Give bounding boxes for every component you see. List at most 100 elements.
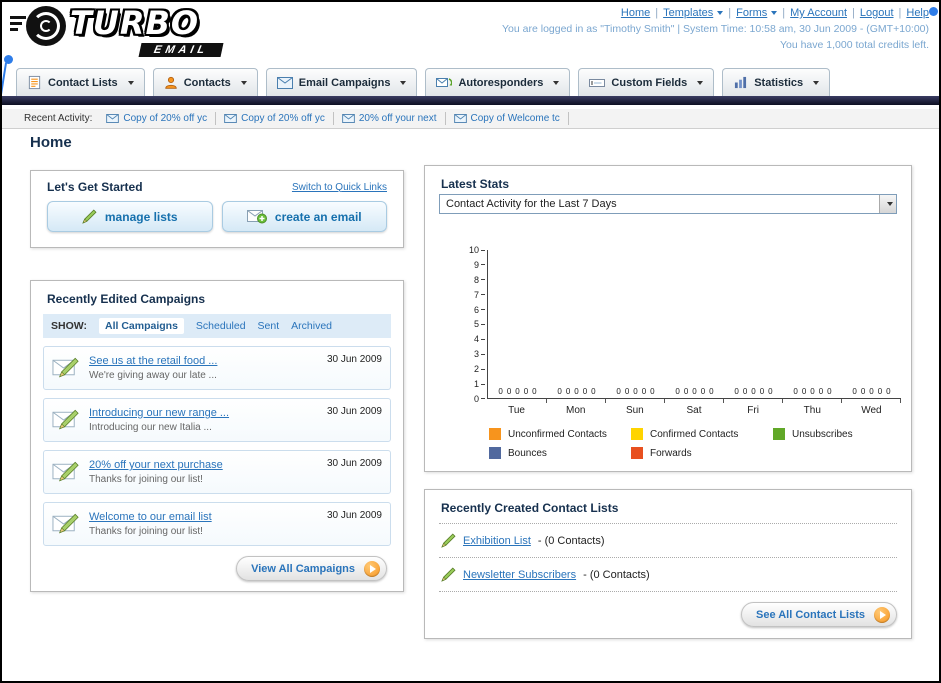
campaign-filter-archived[interactable]: Archived — [291, 320, 332, 332]
campaign-title-link[interactable]: Introducing our new range ... — [89, 407, 319, 419]
chevron-down-icon — [697, 80, 704, 85]
campaign-title-link[interactable]: 20% off your next purchase — [89, 459, 319, 471]
campaign-row[interactable]: Introducing our new range ... Introducing… — [43, 398, 391, 442]
top-link-home[interactable]: Home — [621, 7, 650, 19]
x-axis-label: Tue — [508, 405, 525, 416]
top-link-help[interactable]: Help — [906, 7, 929, 19]
contact-list-link[interactable]: Exhibition List — [463, 535, 531, 547]
x-axis-tick — [606, 399, 665, 403]
stats-header: Latest Stats — [425, 166, 911, 197]
campaign-subtitle: Introducing our new Italia ... — [89, 422, 212, 433]
nav-underline-bar — [2, 96, 939, 105]
campaign-date: 30 Jun 2009 — [326, 406, 382, 417]
contact-list-link[interactable]: Newsletter Subscribers — [463, 569, 576, 581]
legend-swatch — [631, 447, 643, 459]
app-logo: TURBO EMAIL — [10, 4, 224, 58]
envelope-icon — [224, 113, 237, 123]
tick-mark — [481, 383, 485, 385]
logo-swirl-icon — [26, 6, 66, 46]
top-link-forms[interactable]: Forms — [736, 7, 778, 19]
campaign-row[interactable]: See us at the retail food ... We're givin… — [43, 346, 391, 390]
nav-tab-statistics[interactable]: Statistics — [722, 68, 831, 96]
nav-tab-email-campaigns[interactable]: Email Campaigns — [265, 68, 418, 96]
campaign-date: 30 Jun 2009 — [326, 354, 382, 365]
contact-lists-title: Recently Created Contact Lists — [441, 501, 619, 515]
recent-activity-item[interactable]: Copy of Welcome tc — [446, 111, 569, 125]
legend-swatch — [489, 447, 501, 459]
campaign-row[interactable]: 20% off your next purchase Thanks for joi… — [43, 450, 391, 494]
recent-activity-link[interactable]: Copy of Welcome tc — [471, 113, 560, 124]
x-axis-label: Fri — [747, 405, 759, 416]
contact-list-count: - (0 Contacts) — [537, 534, 605, 547]
get-started-buttons: manage lists create an email — [31, 201, 403, 232]
campaign-text: 20% off your next purchase Thanks for joi… — [89, 459, 319, 485]
top-link-my-account[interactable]: My Account — [790, 7, 847, 19]
tick-mark — [481, 279, 485, 281]
top-link-logout[interactable]: Logout — [860, 7, 894, 19]
y-axis-tick: 3 — [457, 349, 485, 359]
bar-group-values: 00000 — [734, 387, 773, 396]
get-started-button-manage-lists[interactable]: manage lists — [47, 201, 213, 232]
nav-tab-autoresponders[interactable]: Autoresponders — [425, 68, 571, 96]
campaign-filter-all-campaigns[interactable]: All Campaigns — [98, 318, 184, 334]
separator — [650, 7, 663, 19]
view-all-campaigns-button[interactable]: View All Campaigns — [236, 556, 387, 581]
recent-activity-item[interactable]: Copy of 20% off yc — [98, 111, 217, 125]
get-started-button-create-an-email[interactable]: create an email — [221, 201, 387, 232]
campaign-envelope-icon — [52, 356, 81, 380]
recent-activity-link[interactable]: Copy of 20% off yc — [241, 113, 325, 124]
login-status: You are logged in as "Timothy Smith" | S… — [502, 23, 929, 35]
contact-list-item[interactable]: Exhibition List - (0 Contacts) — [439, 524, 897, 558]
campaign-row[interactable]: Welcome to our email list Thanks for join… — [43, 502, 391, 546]
get-started-button-label: create an email — [274, 209, 362, 224]
campaign-envelope-icon — [52, 408, 81, 432]
nav-tab-contact-lists[interactable]: Contact Lists — [16, 68, 145, 96]
get-started-title: Let's Get Started — [47, 180, 143, 194]
tick-mark — [481, 309, 485, 311]
chart-plot-area: 00000 00000 00000 00000 00000 00000 00000 — [487, 250, 901, 399]
y-axis-tick: 0 — [457, 394, 485, 404]
legend-item: Forwards — [631, 447, 773, 459]
y-axis-tick: 8 — [457, 275, 485, 285]
campaign-title-link[interactable]: See us at the retail food ... — [89, 355, 319, 367]
separator — [847, 7, 860, 19]
recent-activity-item[interactable]: Copy of 20% off yc — [216, 111, 334, 125]
y-axis-tick: 4 — [457, 334, 485, 344]
y-axis-tick: 7 — [457, 290, 485, 300]
campaign-filter-scheduled[interactable]: Scheduled — [196, 320, 246, 332]
x-axis-tick — [783, 399, 842, 403]
show-label: SHOW: — [51, 320, 87, 332]
nav-tab-contacts[interactable]: Contacts — [152, 68, 258, 96]
recent-activity-link[interactable]: Copy of 20% off yc — [123, 113, 207, 124]
nav-tab-custom-fields[interactable]: Custom Fields — [578, 68, 715, 96]
contact-list-item[interactable]: Newsletter Subscribers - (0 Contacts) — [439, 558, 897, 592]
see-all-contact-lists-label: See All Contact Lists — [755, 608, 865, 621]
campaign-subtitle: Thanks for joining our list! — [89, 474, 203, 485]
chevron-down-icon[interactable] — [879, 195, 896, 213]
nav-tab-label: Autoresponders — [458, 76, 544, 89]
recent-activity-item[interactable]: 20% off your next — [334, 111, 446, 125]
contact-list-count: - (0 Contacts) — [583, 568, 650, 581]
campaign-title-link[interactable]: Welcome to our email list — [89, 511, 319, 523]
envelope-icon — [453, 113, 467, 123]
logo-text-turbo: TURBO — [70, 4, 200, 42]
stats-period-value: Contact Activity for the Last 7 Days — [446, 198, 617, 210]
stats-period-dropdown[interactable]: Contact Activity for the Last 7 Days — [439, 194, 897, 214]
switch-quick-links-link[interactable]: Switch to Quick Links — [292, 182, 387, 193]
legend-item: Bounces — [489, 447, 631, 459]
tick-mark — [481, 398, 485, 400]
see-all-contact-lists-button[interactable]: See All Contact Lists — [740, 602, 897, 627]
top-link-templates[interactable]: Templates — [663, 7, 724, 19]
chart-x-axis-labels: Tue Mon Sun Sat Fri Thu Wed — [487, 405, 901, 416]
x-axis-label: Thu — [803, 405, 821, 416]
campaigns-panel: Recently Edited Campaigns SHOW: All Camp… — [30, 280, 404, 592]
chart-legend: Unconfirmed Contacts Confirmed Contacts Un… — [489, 428, 919, 466]
recent-activity-link[interactable]: 20% off your next — [359, 113, 437, 124]
x-axis-label: Sun — [625, 405, 644, 416]
campaign-filter-sent[interactable]: Sent — [258, 320, 280, 332]
legend-item: Unconfirmed Contacts — [489, 428, 631, 440]
contact-lists-icon — [27, 75, 42, 90]
campaign-subtitle: We're giving away our late ... — [89, 370, 217, 381]
campaigns-title: Recently Edited Campaigns — [47, 292, 206, 306]
legend-swatch — [631, 428, 643, 440]
